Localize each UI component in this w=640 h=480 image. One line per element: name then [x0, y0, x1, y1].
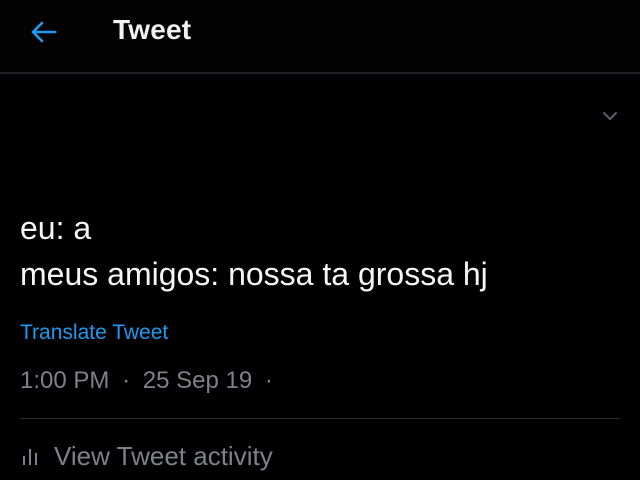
tweet-timestamp: 1:00 PM · 25 Sep 19 ·	[20, 367, 279, 395]
view-tweet-activity-button[interactable]: View Tweet activity	[20, 438, 273, 474]
translate-tweet-link[interactable]: Translate Tweet	[20, 321, 168, 345]
tweet-time: 1:00 PM	[20, 367, 110, 394]
chevron-down-icon	[603, 112, 617, 120]
arrow-left-icon	[31, 21, 57, 43]
tweet-line: eu: a	[20, 210, 92, 246]
page-title: Tweet	[113, 14, 192, 45]
meta-separator-trailing: ·	[264, 367, 273, 394]
back-button[interactable]	[24, 12, 64, 52]
tweet-text: eu: a meus amigos: nossa ta grossa hj	[20, 205, 620, 297]
meta-separator: ·	[122, 367, 131, 394]
bar-chart-icon	[20, 445, 42, 467]
tweet-screen: Tweet eu: a meus amigos: nossa ta grossa…	[0, 0, 640, 480]
tweet-date: 25 Sep 19	[142, 367, 253, 394]
header-divider	[0, 72, 640, 74]
tweet-line: meus amigos: nossa ta grossa hj	[20, 256, 488, 292]
tweet-options-button[interactable]	[598, 104, 622, 128]
activity-label: View Tweet activity	[54, 440, 273, 471]
top-app-bar: Tweet	[0, 0, 640, 72]
content-divider	[20, 418, 620, 419]
